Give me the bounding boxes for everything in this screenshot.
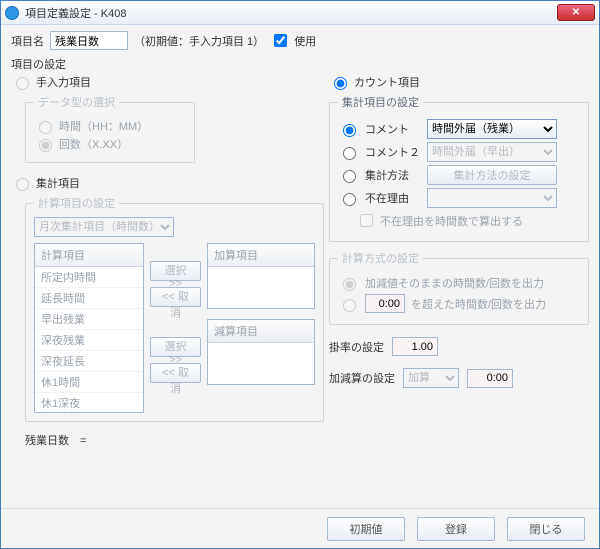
calc-fieldset: 計算項目の設定 月次集計項目（時間数） 計算項目 所定内時間延長時間早出残業深夜… — [25, 195, 324, 422]
time-radio-label: 時間（HH：MM） — [59, 118, 148, 134]
method1-radio — [343, 278, 356, 291]
addition-list[interactable]: 加算項目 — [207, 243, 315, 309]
window: 項目定義設定 - K408 ✕ 項目名 （初期値：手入力項目 1） 使用 項目の… — [0, 0, 600, 549]
method1-label: 加減値そのままの時間数/回数を出力 — [365, 275, 544, 291]
method-radio[interactable] — [343, 170, 356, 183]
addition-header: 加算項目 — [208, 244, 314, 267]
settings-label: 項目の設定 — [11, 56, 589, 72]
list-item[interactable]: 休1深夜 — [35, 393, 143, 413]
plusminus-value[interactable] — [467, 369, 513, 388]
comment1-radio[interactable] — [343, 124, 356, 137]
list-item[interactable]: 所定内時間 — [35, 267, 143, 288]
list-item[interactable]: 早出残業 — [35, 309, 143, 330]
use-checkbox-input[interactable] — [274, 34, 287, 47]
calc-legend: 計算項目の設定 — [34, 195, 119, 211]
titlebar: 項目定義設定 - K408 ✕ — [1, 1, 599, 25]
aggregate-radio[interactable] — [16, 178, 29, 191]
method-settings-button[interactable]: 集計方法の設定 — [427, 165, 557, 185]
absent-as-hours-label: 不在理由を時間数で算出する — [380, 213, 523, 229]
plusminus-select[interactable]: 加算 — [403, 368, 459, 388]
dialog-body: 項目名 （初期値：手入力項目 1） 使用 項目の設定 手入力項目 データ型の選択… — [1, 25, 599, 508]
calc-list-header: 計算項目 — [35, 244, 143, 267]
window-title: 項目定義設定 - K408 — [25, 5, 557, 21]
app-icon — [5, 6, 19, 20]
aggregate-radio-label: 集計項目 — [36, 175, 80, 191]
time-radio — [39, 121, 52, 134]
default-note: （初期値：手入力項目 1） — [134, 33, 264, 49]
comment2-select[interactable]: 時間外届（早出） — [427, 142, 557, 162]
comment2-label: コメント２ — [365, 144, 421, 160]
method2-value — [365, 294, 405, 313]
absent-select[interactable] — [427, 188, 557, 208]
calc-item-list[interactable]: 計算項目 所定内時間延長時間早出残業深夜残業深夜延長休1時間休1深夜休2時間休2… — [34, 243, 144, 413]
subtraction-header: 減算項目 — [208, 320, 314, 343]
item-name-input[interactable] — [50, 31, 128, 50]
add-select-button[interactable]: 選択 >> — [150, 261, 201, 281]
datatype-fieldset: データ型の選択 時間（HH：MM） 回数（X.XX） — [25, 94, 195, 163]
calc-type-select[interactable]: 月次集計項目（時間数） — [34, 217, 174, 237]
method2-suffix: を超えた時間数/回数を出力 — [411, 296, 546, 312]
rate-input[interactable] — [392, 337, 438, 356]
add-cancel-button[interactable]: << 取消 — [150, 287, 201, 307]
item-name-label: 項目名 — [11, 33, 44, 49]
absent-as-hours-input[interactable] — [360, 214, 373, 227]
datatype-legend: データ型の選択 — [34, 94, 119, 110]
comment1-label: コメント — [365, 121, 421, 137]
list-item[interactable]: 休1時間 — [35, 372, 143, 393]
defaults-button[interactable]: 初期値 — [327, 517, 405, 541]
use-checkbox-label: 使用 — [294, 33, 316, 49]
rate-label: 掛率の設定 — [329, 339, 384, 355]
count-fieldset: 集計項目の設定 コメント 時間外届（残業） コメント２ 時間外届（早出） 集計方… — [329, 94, 589, 242]
calc-method-legend: 計算方式の設定 — [338, 250, 423, 266]
use-checkbox[interactable]: 使用 — [270, 31, 316, 50]
list-item[interactable]: 深夜延長 — [35, 351, 143, 372]
register-button[interactable]: 登録 — [417, 517, 495, 541]
count-radio-label: 回数（X.XX） — [59, 136, 128, 152]
count-item-radio[interactable] — [334, 77, 347, 90]
manual-radio[interactable] — [16, 77, 29, 90]
footer: 初期値 登録 閉じる — [1, 508, 599, 548]
close-button[interactable]: 閉じる — [507, 517, 585, 541]
sub-select-button[interactable]: 選択 >> — [150, 337, 201, 357]
count-item-radio-label: カウント項目 — [354, 74, 420, 90]
comment1-select[interactable]: 時間外届（残業） — [427, 119, 557, 139]
comment2-radio[interactable] — [343, 147, 356, 160]
absent-label: 不在理由 — [365, 190, 421, 206]
count-radio — [39, 139, 52, 152]
calc-method-fieldset: 計算方式の設定 加減値そのままの時間数/回数を出力 を超えた時間数/回数を出力 — [329, 250, 589, 325]
equation-text: 残業日数 = — [25, 432, 321, 448]
subtraction-list[interactable]: 減算項目 — [207, 319, 315, 385]
count-legend: 集計項目の設定 — [338, 94, 423, 110]
manual-radio-label: 手入力項目 — [36, 74, 91, 90]
sub-cancel-button[interactable]: << 取消 — [150, 363, 201, 383]
close-icon[interactable]: ✕ — [557, 4, 595, 21]
absent-radio[interactable] — [343, 193, 356, 206]
plusminus-label: 加減算の設定 — [329, 370, 395, 386]
absent-as-hours-checkbox[interactable]: 不在理由を時間数で算出する — [356, 211, 523, 230]
list-item[interactable]: 深夜残業 — [35, 330, 143, 351]
method2-radio — [343, 299, 356, 312]
method-label: 集計方法 — [365, 167, 421, 183]
list-item[interactable]: 延長時間 — [35, 288, 143, 309]
